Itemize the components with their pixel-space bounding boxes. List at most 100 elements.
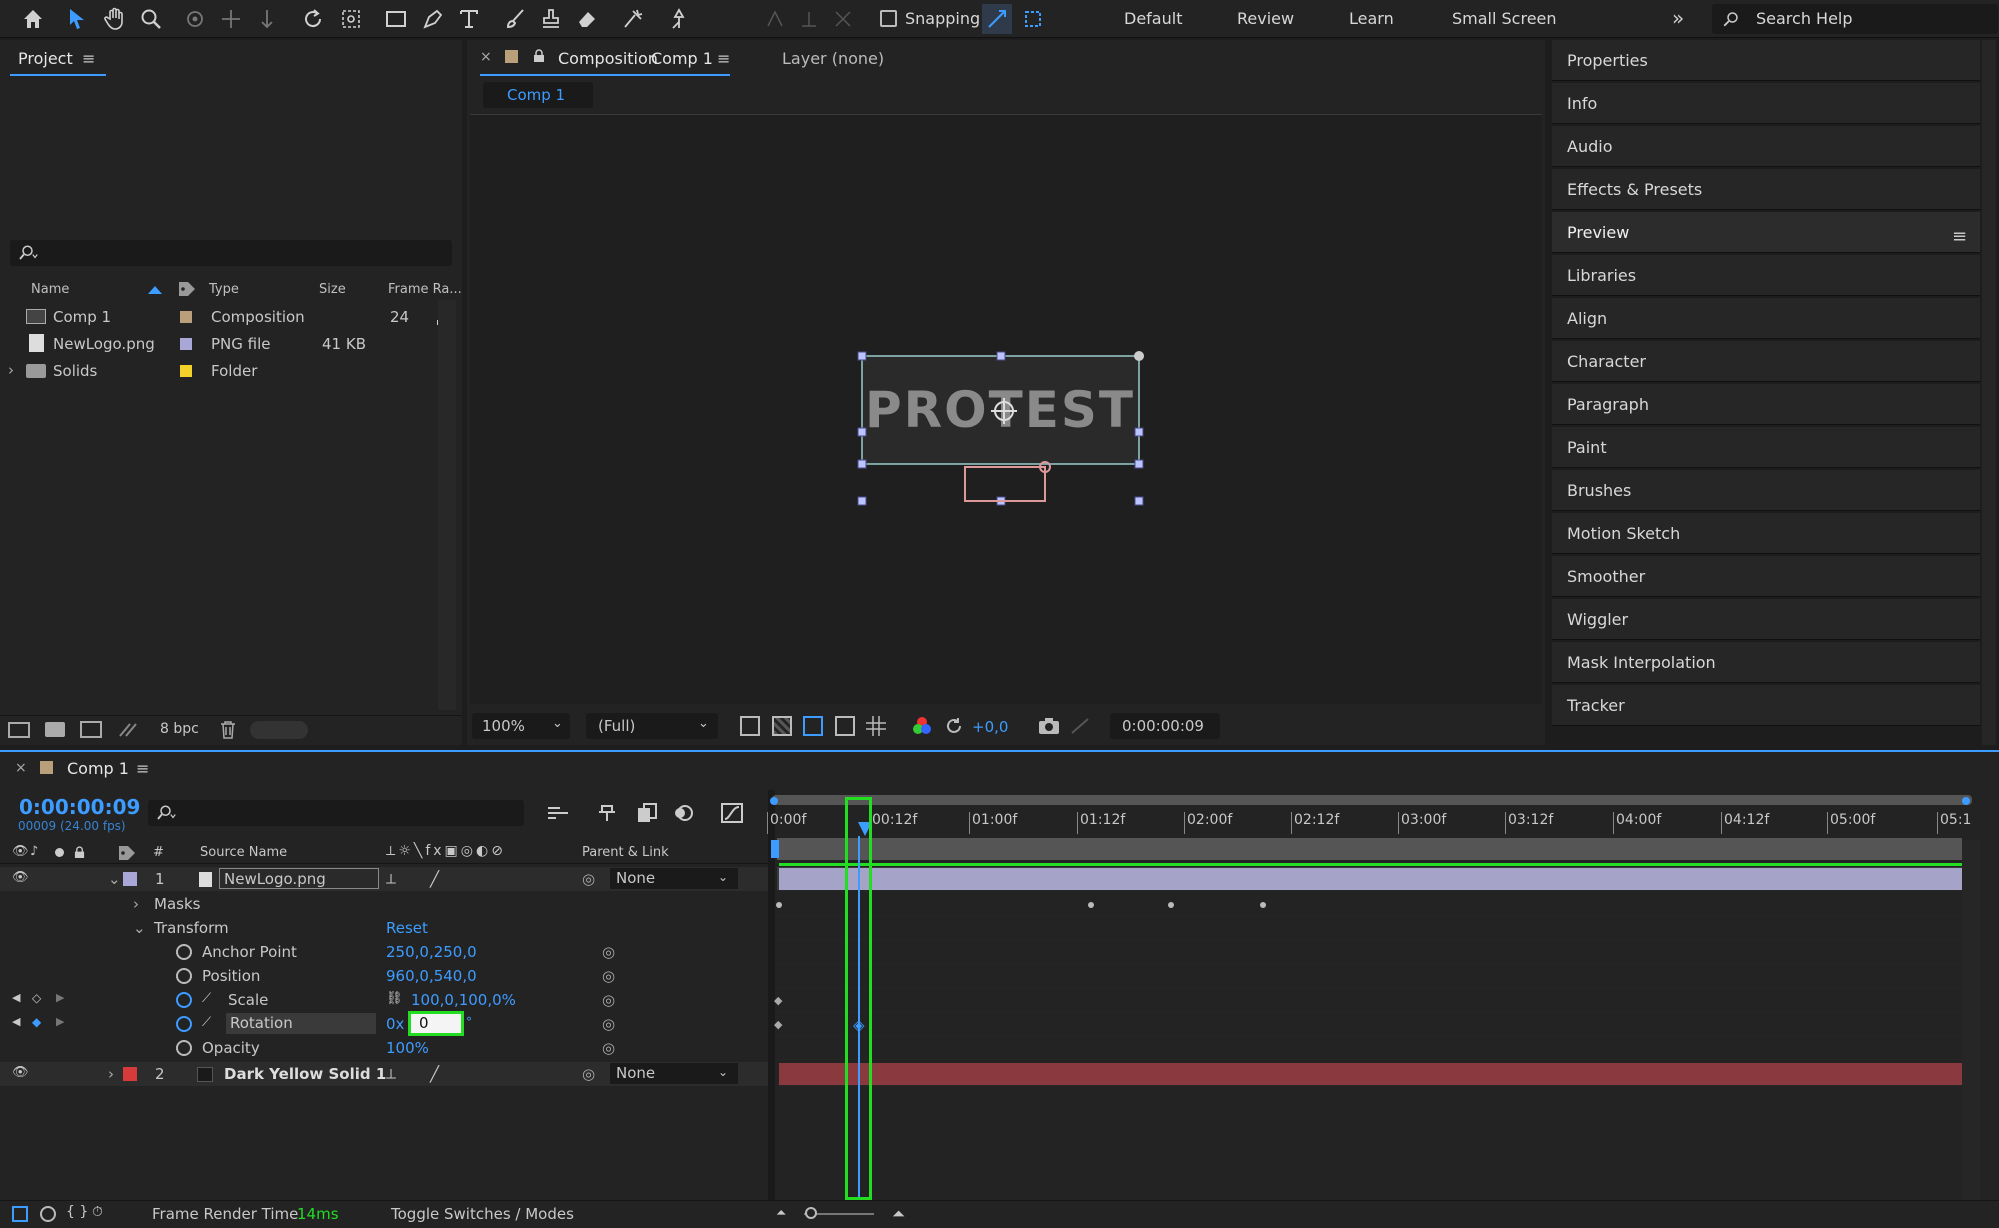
pickwhip-icon[interactable]: ◎ <box>582 1065 595 1083</box>
col-size[interactable]: Size <box>319 282 346 297</box>
graph-editor-icon[interactable] <box>720 802 744 824</box>
project-scrollbar[interactable] <box>438 300 456 710</box>
mask-keyframe-marker[interactable] <box>1168 902 1174 908</box>
work-area-bar[interactable] <box>772 795 1972 805</box>
mask-keyframe-marker[interactable] <box>1088 902 1094 908</box>
rotation-row[interactable]: ◀ ◆ ▶ ⟋ Rotation 0x 0 ° ◎ <box>0 1011 770 1036</box>
constrain-proportions-icon[interactable]: ⛓ <box>386 991 403 1006</box>
stopwatch-icon[interactable] <box>176 944 192 960</box>
project-panel-title[interactable]: Project <box>18 49 73 68</box>
project-item-comp1[interactable]: Comp 1 Composition 24 <box>8 304 458 331</box>
exposure-value[interactable]: +0,0 <box>972 718 1008 736</box>
composition-tab-label[interactable]: Composition <box>558 49 658 68</box>
reset-exposure-icon[interactable] <box>944 716 964 736</box>
property-value[interactable]: 100,0,100,0% <box>411 991 516 1009</box>
stopwatch-active-icon[interactable] <box>176 992 192 1008</box>
pickwhip-icon[interactable]: ◎ <box>582 870 595 888</box>
pen-tool-icon[interactable] <box>418 4 448 34</box>
fast-previews-icon[interactable] <box>740 716 760 736</box>
scale-row[interactable]: ◀ ◇ ▶ ⟋ Scale ⛓ 100,0,100,0% ◎ <box>0 988 770 1012</box>
selection-tool-icon[interactable] <box>62 4 92 34</box>
shy-layers-icon[interactable] <box>596 802 618 824</box>
stopwatch-icon[interactable] <box>176 968 192 984</box>
snapshot-icon[interactable] <box>1038 717 1060 735</box>
panel-item-paragraph[interactable]: Paragraph <box>1552 384 1980 425</box>
chevron-right-icon[interactable]: › <box>133 895 139 913</box>
chevron-down-icon[interactable]: ⌄ <box>108 870 121 888</box>
previous-keyframe-icon[interactable]: ◀ <box>12 1015 20 1028</box>
panel-item-character[interactable]: Character <box>1552 341 1980 382</box>
show-snapshot-icon[interactable] <box>1070 717 1090 735</box>
search-help-field[interactable]: Search Help <box>1712 4 1998 34</box>
workspace-small-screen[interactable]: Small Screen <box>1452 9 1557 28</box>
number-header[interactable]: # <box>153 845 164 860</box>
eraser-tool-icon[interactable] <box>572 4 602 34</box>
chevron-down-icon[interactable]: ⌄ <box>133 919 146 937</box>
col-name[interactable]: Name <box>31 282 69 297</box>
anchor-point-row[interactable]: Anchor Point 250,0,250,0 ◎ <box>0 940 770 964</box>
layer-row-1[interactable]: 👁 ⌄ 1 NewLogo.png ⟂ ╱ ◎ None ⌄ <box>0 867 770 891</box>
timeline-current-time[interactable]: 0:00:00:09 <box>19 795 140 819</box>
opacity-row[interactable]: Opacity 100% ◎ <box>0 1036 770 1060</box>
mask-visibility-icon[interactable] <box>803 716 823 736</box>
new-folder-icon[interactable] <box>45 722 65 737</box>
panel-item-info[interactable]: Info <box>1552 83 1980 124</box>
label-swatch[interactable] <box>180 311 192 323</box>
mask-keyframe-marker[interactable] <box>776 902 782 908</box>
panel-item-brushes[interactable]: Brushes <box>1552 470 1980 511</box>
solo-header-icon[interactable] <box>55 848 64 857</box>
keyframe-at-time-icon[interactable]: ◆ <box>32 1015 41 1029</box>
label-tag-icon[interactable] <box>178 281 196 297</box>
composition-mini-flowchart-icon[interactable] <box>546 802 572 824</box>
parent-link-header[interactable]: Parent & Link <box>582 845 669 860</box>
anchor-tool-icon[interactable] <box>336 4 366 34</box>
preview-menu-icon[interactable]: ≡ <box>1952 226 1967 247</box>
switches-header-icons[interactable]: ⟂☼╲fx▣◎◐⊘ <box>386 843 506 859</box>
sort-ascending-icon[interactable] <box>148 286 162 294</box>
transform-reset-link[interactable]: Reset <box>386 919 428 937</box>
property-value[interactable]: 100% <box>386 1039 429 1057</box>
panel-item-tracker[interactable]: Tracker <box>1552 685 1980 726</box>
trash-icon[interactable] <box>220 721 236 739</box>
workspace-default[interactable]: Default <box>1124 9 1182 28</box>
col-type[interactable]: Type <box>209 282 239 297</box>
comp-breadcrumb[interactable]: Comp 1 <box>483 82 593 108</box>
frame-blending-icon[interactable] <box>636 802 658 824</box>
panel-item-align[interactable]: Align <box>1552 298 1980 339</box>
composition-menu-icon[interactable]: ≡ <box>717 49 730 68</box>
close-icon[interactable]: × <box>15 760 27 776</box>
right-panel-scrollbar[interactable] <box>1982 40 1996 745</box>
panel-item-smoother[interactable]: Smoother <box>1552 556 1980 597</box>
layer-name[interactable]: Dark Yellow Solid 1 <box>224 1065 386 1083</box>
add-keyframe-icon[interactable]: ◇ <box>32 991 41 1005</box>
layer-label-swatch[interactable] <box>123 1067 137 1081</box>
source-name-header[interactable]: Source Name <box>200 845 287 860</box>
scale-keyframe[interactable]: ◆ <box>774 994 782 1007</box>
eye-icon[interactable]: 👁 <box>12 1065 29 1080</box>
expression-pickwhip-icon[interactable]: ◎ <box>602 991 615 1009</box>
eye-header-icon[interactable]: 👁 <box>12 844 29 859</box>
panel-item-mask-interpolation[interactable]: Mask Interpolation <box>1552 642 1980 683</box>
grid-guides-icon[interactable] <box>866 716 886 736</box>
graph-icon[interactable]: ⟋ <box>202 991 211 1006</box>
comp-label-swatch[interactable] <box>505 50 518 63</box>
position-row[interactable]: Position 960,0,540,0 ◎ <box>0 964 770 988</box>
more-workspaces-icon[interactable]: » <box>1672 6 1684 30</box>
lock-icon[interactable] <box>533 49 545 63</box>
panel-item-motion-sketch[interactable]: Motion Sketch <box>1552 513 1980 554</box>
axis-view-icon[interactable] <box>828 4 858 34</box>
zoom-tool-icon[interactable] <box>136 4 166 34</box>
panel-item-properties[interactable]: Properties <box>1552 40 1980 81</box>
audio-header-icon[interactable]: ♪ <box>30 844 38 859</box>
shy-switch-icon[interactable]: ⟂ <box>386 1065 396 1083</box>
layer-row-2[interactable]: 👁 › 2 Dark Yellow Solid 1 ⟂ ╱ ◎ None ⌄ <box>0 1062 770 1086</box>
workspace-learn[interactable]: Learn <box>1349 9 1394 28</box>
rectangle-tool-icon[interactable] <box>381 4 411 34</box>
panel-item-preview[interactable]: Preview <box>1552 212 1980 253</box>
stopwatch-active-icon[interactable] <box>176 1016 192 1032</box>
composition-tab-name[interactable]: Comp 1 <box>651 49 713 68</box>
work-area-start-handle[interactable] <box>770 797 778 805</box>
snap-features-icon[interactable] <box>1018 4 1048 34</box>
snap-edges-icon[interactable] <box>982 4 1012 34</box>
region-of-interest-icon[interactable] <box>835 716 855 736</box>
